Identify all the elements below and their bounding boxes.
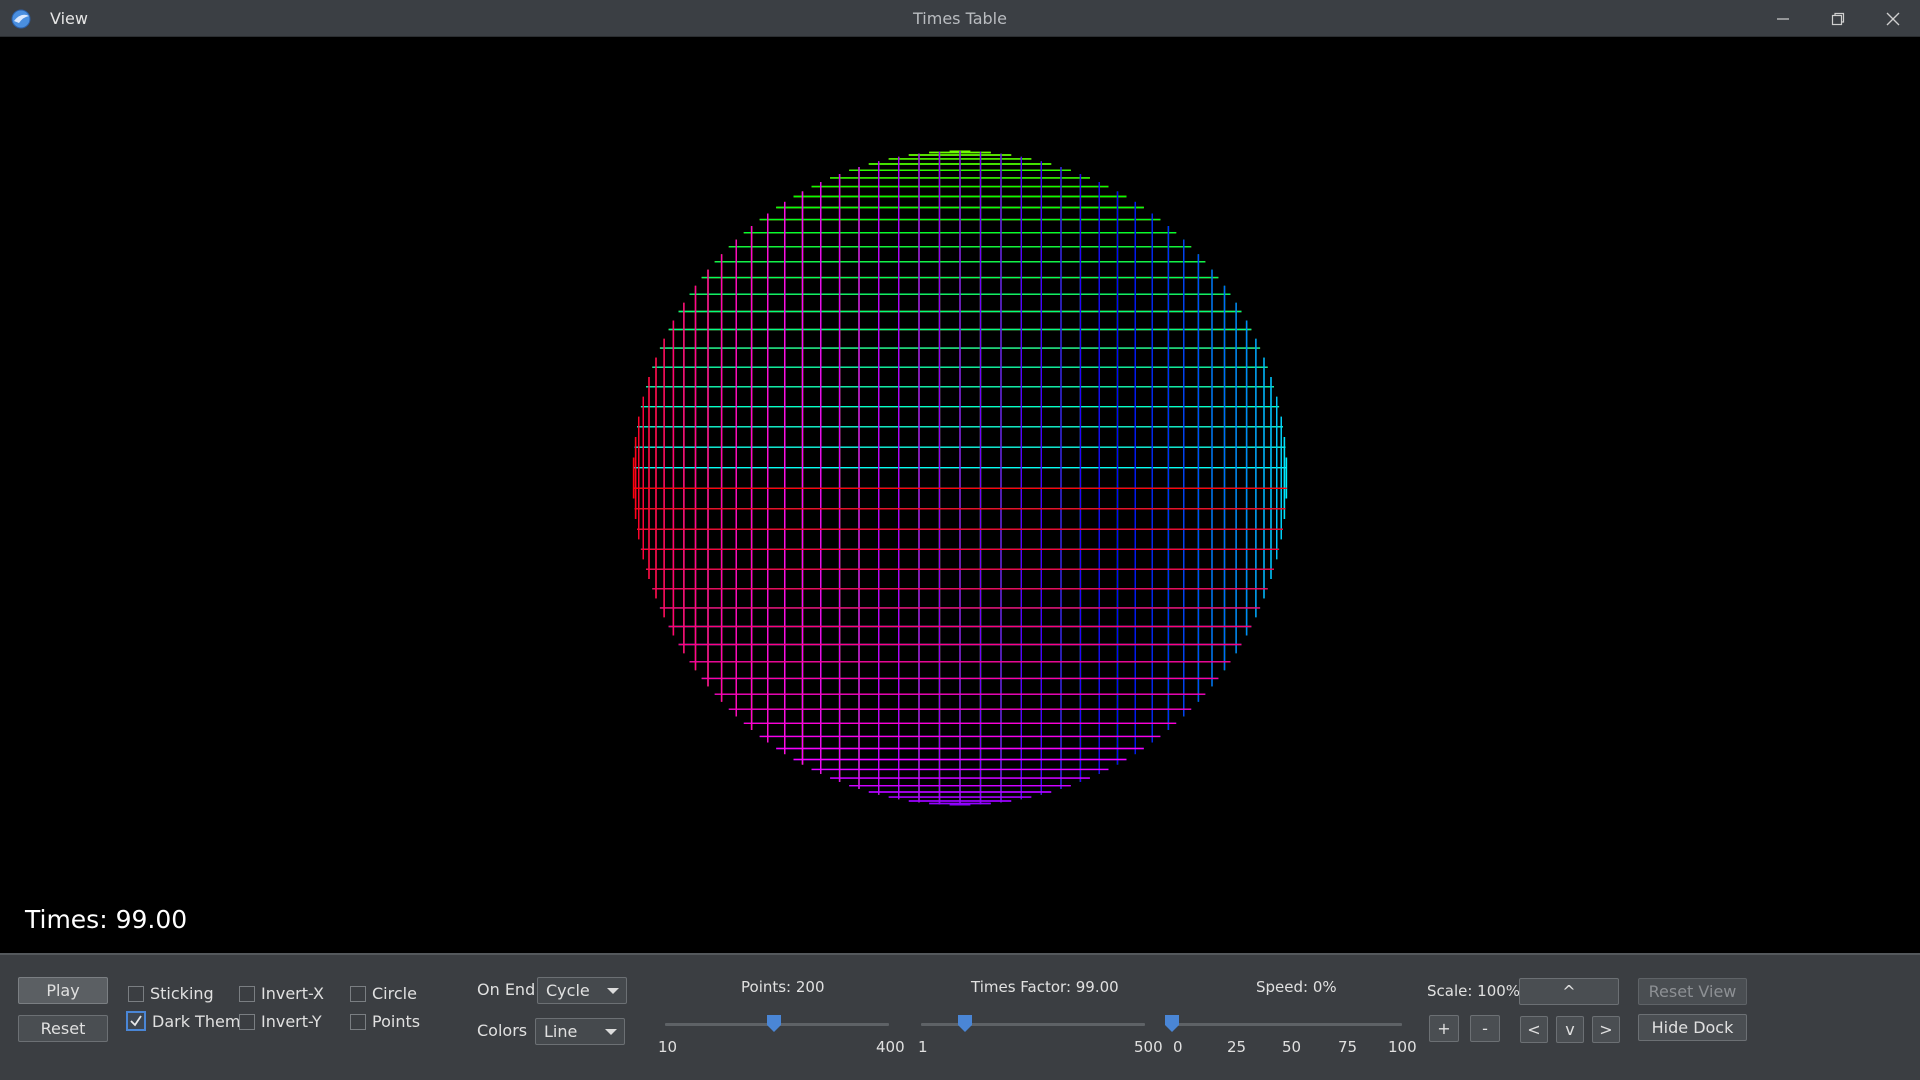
- zoom-in-button[interactable]: +: [1429, 1015, 1459, 1042]
- times-readout: Times: 99.00: [25, 905, 188, 934]
- checkbox-box: [128, 985, 144, 1002]
- restore-icon: [1831, 12, 1844, 25]
- on-end-label: On End: [477, 980, 536, 999]
- title-bar: View Times Table: [0, 0, 1920, 37]
- times-factor-label: Times Factor: 99.00: [971, 978, 1119, 996]
- points-slider-label: Points: 200: [741, 978, 825, 996]
- control-dock: Play Reset Sticking Dark Theme Invert-X …: [0, 953, 1920, 1080]
- pan-left-button[interactable]: <: [1520, 1016, 1548, 1043]
- colors-value: Line: [544, 1022, 578, 1041]
- times-table-plot: [632, 150, 1288, 806]
- invert-x-label: Invert-X: [261, 984, 324, 1003]
- pan-up-button[interactable]: ^: [1519, 978, 1619, 1005]
- window-title: Times Table: [913, 9, 1007, 28]
- times-max-label: 500: [1134, 1038, 1163, 1056]
- circle-label: Circle: [372, 984, 417, 1003]
- invert-y-label: Invert-Y: [261, 1012, 322, 1031]
- times-slider-track[interactable]: [921, 1023, 1145, 1026]
- sticking-checkbox[interactable]: Sticking: [128, 984, 214, 1003]
- zoom-out-button[interactable]: -: [1470, 1015, 1500, 1042]
- circle-checkbox[interactable]: Circle: [350, 984, 417, 1003]
- restore-button[interactable]: [1810, 0, 1865, 37]
- checkbox-box: [239, 1013, 255, 1030]
- dark-theme-label: Dark Theme: [152, 1011, 251, 1031]
- close-icon: [1886, 12, 1899, 25]
- minimize-button[interactable]: [1755, 0, 1810, 37]
- speed-tick-label: 25: [1227, 1038, 1247, 1056]
- scale-label: Scale: 100%: [1427, 982, 1521, 1000]
- points-slider-handle[interactable]: [767, 1015, 782, 1032]
- chevron-down-icon: [607, 988, 619, 994]
- on-end-select[interactable]: Cycle: [537, 977, 627, 1004]
- hide-dock-button[interactable]: Hide Dock: [1638, 1014, 1747, 1041]
- times-min-label: 1: [918, 1038, 928, 1056]
- speed-label: Speed: 0%: [1256, 978, 1337, 996]
- minimize-icon: [1776, 17, 1789, 20]
- sticking-label: Sticking: [150, 984, 214, 1003]
- speed-tick-label: 100: [1388, 1038, 1417, 1056]
- colors-label: Colors: [477, 1021, 528, 1040]
- speed-slider-handle[interactable]: [1165, 1015, 1179, 1032]
- reset-view-button[interactable]: Reset View: [1638, 978, 1747, 1005]
- checkbox-box-checked: [126, 1011, 146, 1031]
- speed-tick-label: 75: [1338, 1038, 1358, 1056]
- pan-down-button[interactable]: v: [1556, 1016, 1584, 1043]
- times-slider-handle[interactable]: [957, 1015, 972, 1032]
- speed-slider-track[interactable]: [1172, 1023, 1402, 1026]
- speed-tick-label: 0: [1173, 1038, 1183, 1056]
- speed-tick-label: 50: [1282, 1038, 1302, 1056]
- checkmark-icon: [130, 1015, 142, 1027]
- reset-button[interactable]: Reset: [18, 1015, 108, 1042]
- points-label: Points: [372, 1012, 421, 1031]
- checkbox-box: [350, 985, 366, 1002]
- checkbox-box: [350, 1013, 366, 1030]
- invert-x-checkbox[interactable]: Invert-X: [239, 984, 324, 1003]
- points-checkbox[interactable]: Points: [350, 1012, 420, 1031]
- play-button[interactable]: Play: [18, 977, 108, 1004]
- pan-right-button[interactable]: >: [1592, 1016, 1620, 1043]
- close-button[interactable]: [1865, 0, 1920, 37]
- points-max-label: 400: [876, 1038, 905, 1056]
- chevron-down-icon: [605, 1029, 617, 1035]
- invert-y-checkbox[interactable]: Invert-Y: [239, 1012, 322, 1031]
- dark-theme-checkbox[interactable]: Dark Theme: [126, 1011, 250, 1031]
- drawing-canvas[interactable]: Times: 99.00: [0, 37, 1920, 953]
- points-min-label: 10: [658, 1038, 678, 1056]
- checkbox-box: [239, 985, 255, 1002]
- on-end-value: Cycle: [546, 981, 590, 1000]
- colors-select[interactable]: Line: [535, 1018, 625, 1045]
